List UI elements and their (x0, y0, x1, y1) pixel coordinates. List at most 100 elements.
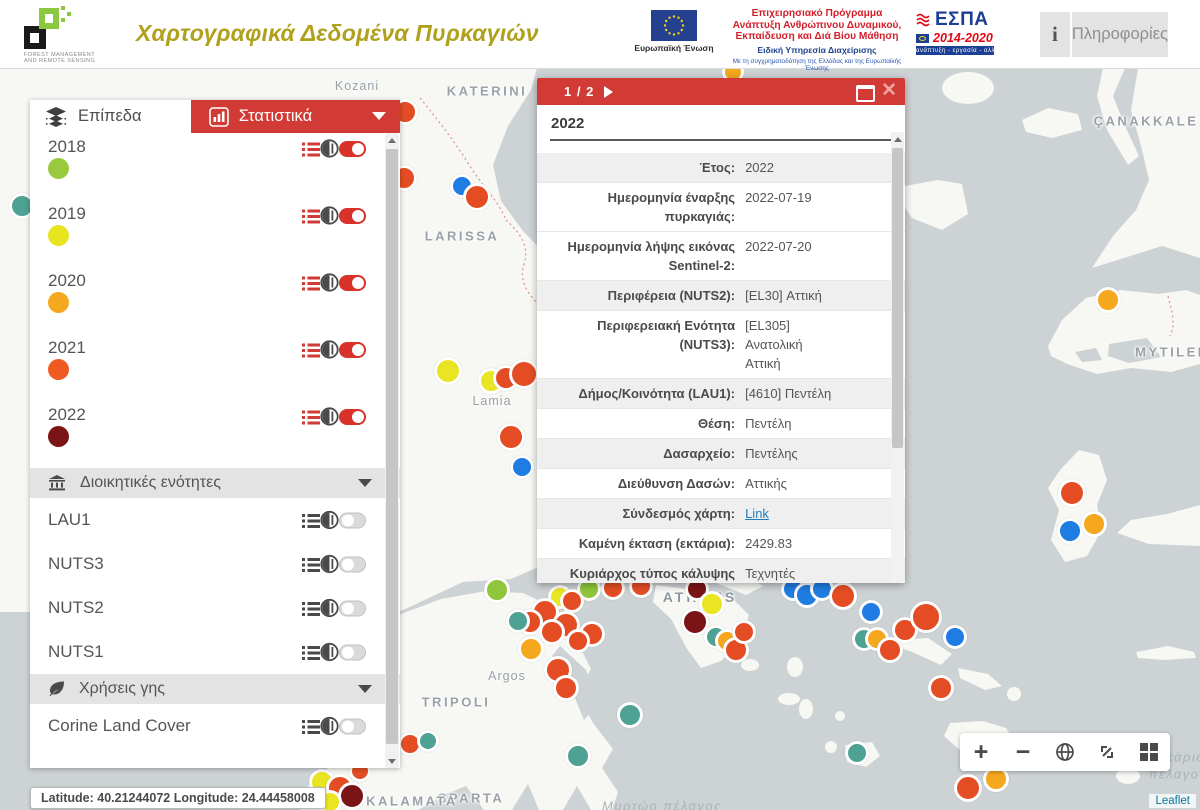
fire-marker-amber[interactable] (1095, 287, 1121, 313)
maximize-icon[interactable] (856, 85, 875, 102)
landuse-layers: Corine Land Cover (30, 704, 400, 748)
layer-toggle[interactable] (339, 409, 366, 425)
expand-icon (1098, 743, 1116, 761)
close-icon[interactable]: ✕ (881, 79, 897, 102)
contrast-icon[interactable] (320, 273, 339, 292)
fire-marker-teal[interactable] (617, 702, 643, 728)
tab-statistics[interactable]: Στατιστικά (191, 100, 400, 133)
popup-row: Καμένη έκταση (εκτάρια):2429.83 (537, 529, 905, 559)
fire-marker-orangered[interactable] (509, 359, 539, 389)
layer-toggle[interactable] (339, 644, 366, 660)
contrast-icon[interactable] (320, 643, 339, 662)
fire-marker-orangered[interactable] (910, 601, 942, 633)
globe-home-button[interactable] (1044, 733, 1086, 771)
map-place-label: Μυρτώο πέλαγος (602, 799, 722, 810)
fire-marker-green[interactable] (484, 577, 510, 603)
contrast-icon[interactable] (320, 407, 339, 426)
layers-list: 2018 2019 2020 2021 2022 Διοικητικές ενό… (30, 133, 400, 768)
fire-marker-blue[interactable] (1057, 518, 1083, 544)
fire-marker-orangered[interactable] (539, 619, 565, 645)
legend-list-icon[interactable] (302, 718, 320, 734)
layer-row-nuts3: NUTS3 (30, 542, 400, 586)
scroll-up-arrow[interactable] (385, 133, 399, 147)
legend-list-icon[interactable] (302, 409, 320, 425)
next-feature-icon[interactable] (604, 86, 613, 98)
fire-marker-orangered[interactable] (463, 183, 491, 211)
contrast-icon[interactable] (320, 139, 339, 158)
fire-marker-orangered[interactable] (928, 675, 954, 701)
popup-row-value: [4610] Πεντέλη (743, 379, 905, 408)
fire-marker-blue[interactable] (943, 625, 967, 649)
fire-marker-teal[interactable] (417, 730, 439, 752)
fire-marker-teal[interactable] (506, 609, 530, 633)
fullscreen-button[interactable] (1086, 733, 1128, 771)
fire-marker-teal[interactable] (565, 743, 591, 769)
contrast-icon[interactable] (320, 599, 339, 618)
basemap-gallery-button[interactable] (1128, 733, 1170, 771)
fire-marker-yellow[interactable] (434, 357, 462, 385)
legend-list-icon[interactable] (302, 342, 320, 358)
layer-label: NUTS3 (48, 554, 104, 574)
legend-list-icon[interactable] (302, 141, 320, 157)
fire-marker-blue[interactable] (859, 600, 883, 624)
fire-marker-orangered[interactable] (732, 620, 756, 644)
leaf-icon (48, 681, 65, 697)
popup-row-value: Αττικής (743, 469, 905, 498)
zoom-in-button[interactable]: + (960, 733, 1002, 771)
layer-toggle[interactable] (339, 556, 366, 572)
layer-toggle[interactable] (339, 275, 366, 291)
popup-row-label: Έτος: (537, 153, 743, 182)
legend-list-icon[interactable] (302, 512, 320, 528)
fire-marker-orangered[interactable] (1058, 479, 1086, 507)
layer-toggle[interactable] (339, 512, 366, 528)
layer-toggle[interactable] (339, 208, 366, 224)
fire-marker-orangered[interactable] (829, 582, 857, 610)
section-admin-units[interactable]: Διοικητικές ενότητες (30, 468, 400, 498)
contrast-icon[interactable] (320, 206, 339, 225)
legend-list-icon[interactable] (302, 275, 320, 291)
layer-row-2020: 2020 (30, 267, 400, 334)
legend-list-icon[interactable] (302, 644, 320, 660)
fire-marker-orangered[interactable] (553, 675, 579, 701)
fire-marker-teal[interactable] (845, 741, 869, 765)
legend-list-icon[interactable] (302, 556, 320, 572)
section-land-use[interactable]: Χρήσεις γης (30, 674, 400, 704)
espa-flag-icon (916, 34, 929, 43)
legend-list-icon[interactable] (302, 208, 320, 224)
layer-toggle[interactable] (339, 718, 366, 734)
popup-scroll-thumb[interactable] (892, 148, 903, 448)
fire-marker-orangered[interactable] (497, 423, 525, 451)
fire-marker-orangered[interactable] (954, 774, 982, 802)
contrast-icon[interactable] (320, 717, 339, 736)
eu-flag-block: Ευρωπαϊκή Ένωση (634, 10, 714, 53)
map-link[interactable]: Link (745, 506, 769, 521)
scroll-down-arrow[interactable] (385, 754, 399, 768)
tab-layers[interactable]: Επίπεδα (30, 100, 191, 133)
layer-toggle[interactable] (339, 342, 366, 358)
zoom-out-button[interactable]: − (1002, 733, 1044, 771)
sidebar-scrollbar[interactable] (385, 133, 399, 768)
contrast-icon[interactable] (320, 340, 339, 359)
chevron-down-icon[interactable] (372, 112, 386, 120)
contrast-icon[interactable] (320, 555, 339, 574)
map-place-label: LARISSA (425, 229, 500, 244)
fire-marker-blue[interactable] (510, 455, 534, 479)
fire-marker-orangered[interactable] (560, 589, 584, 613)
popup-scrollbar[interactable] (891, 132, 904, 583)
layer-row-corine-land-cover: Corine Land Cover (30, 704, 400, 748)
bar-chart-icon (209, 107, 229, 127)
sidebar-scroll-thumb[interactable] (386, 149, 398, 744)
fire-marker-amber[interactable] (518, 636, 544, 662)
layer-toggle[interactable] (339, 141, 366, 157)
leaflet-attribution[interactable]: Leaflet (1149, 794, 1196, 808)
popup-row-value: Link (743, 499, 905, 528)
layer-toggle[interactable] (339, 600, 366, 616)
legend-list-icon[interactable] (302, 600, 320, 616)
popup-scroll-up-arrow[interactable] (891, 132, 905, 146)
fire-marker-darkred[interactable] (338, 782, 366, 810)
fire-marker-amber[interactable] (1081, 511, 1107, 537)
layer-label: NUTS2 (48, 598, 104, 618)
fire-marker-orangered[interactable] (566, 629, 590, 653)
contrast-icon[interactable] (320, 511, 339, 530)
info-button[interactable]: i Πληροφορίες (1040, 12, 1168, 57)
